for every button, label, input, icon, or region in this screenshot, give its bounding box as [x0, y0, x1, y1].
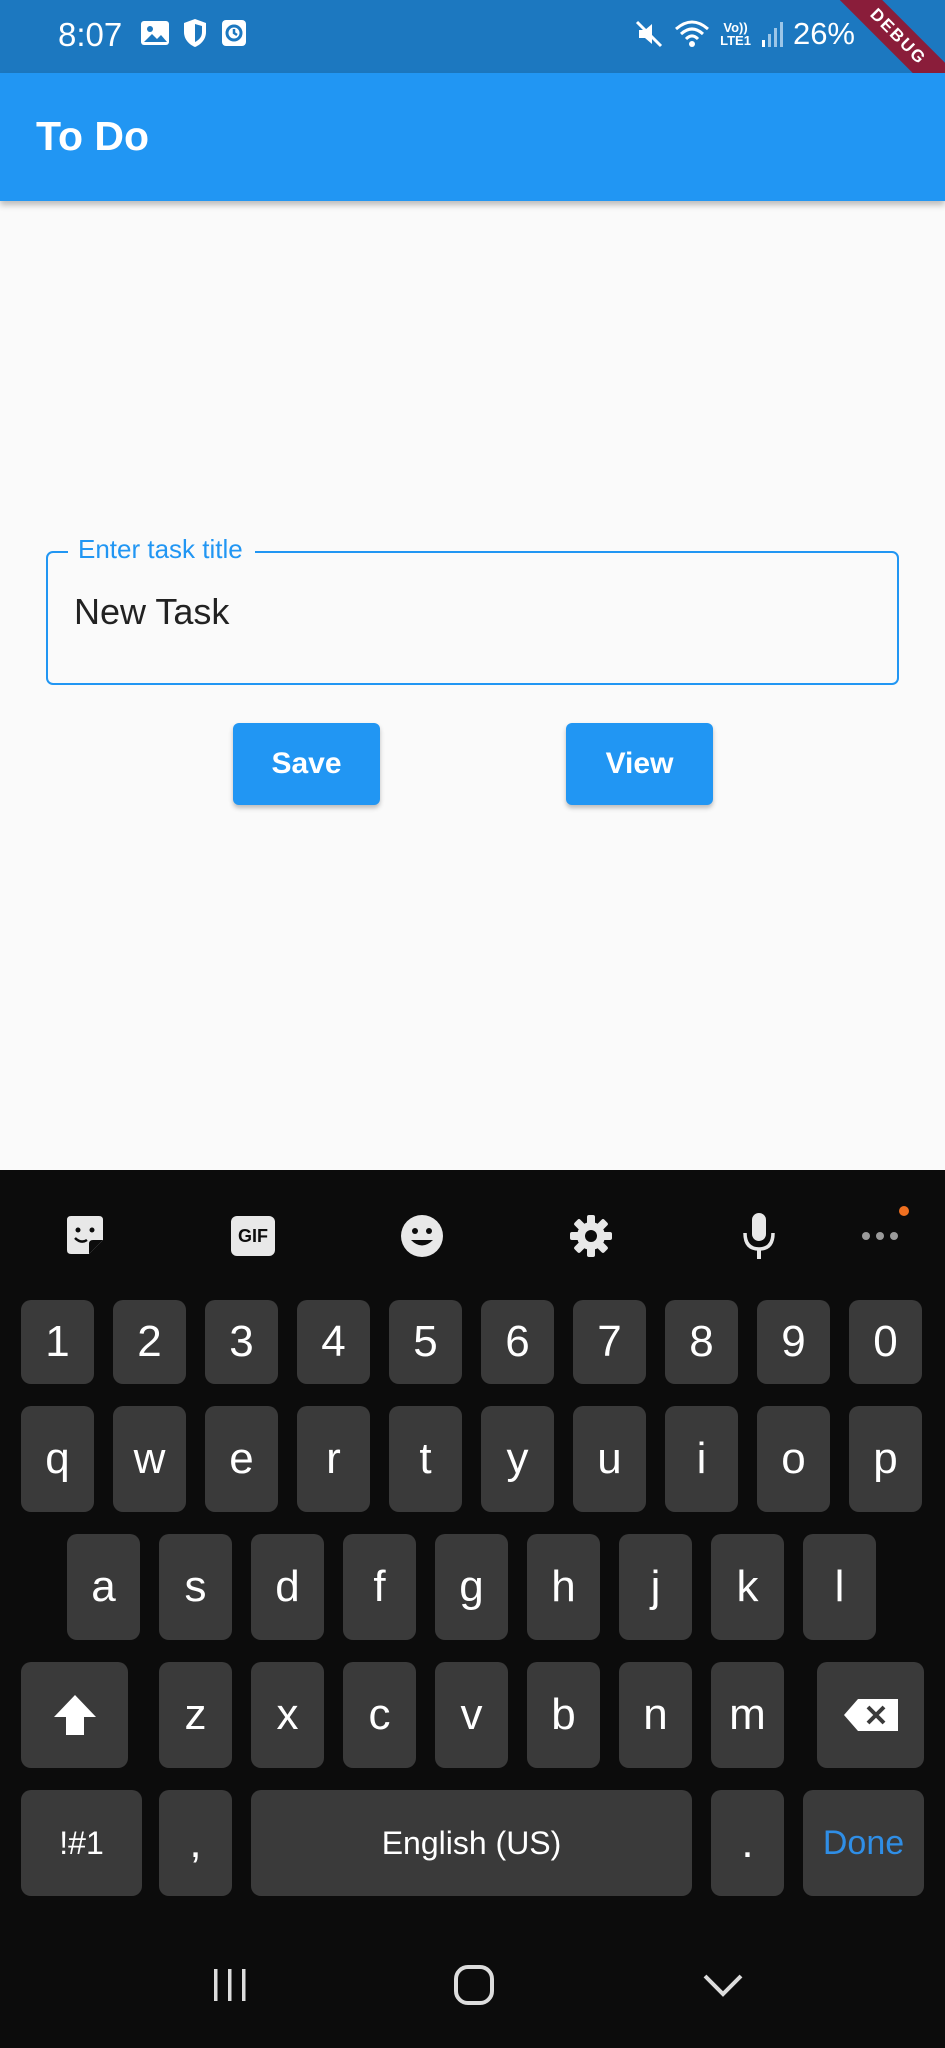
key-r[interactable]: r — [297, 1406, 370, 1512]
backspace-key[interactable] — [817, 1662, 924, 1768]
key-x[interactable]: x — [251, 1662, 324, 1768]
gif-label: GIF — [231, 1216, 275, 1256]
key-t[interactable]: t — [389, 1406, 462, 1512]
status-notification-icons — [140, 18, 248, 48]
key-i[interactable]: i — [665, 1406, 738, 1512]
key-3[interactable]: 3 — [205, 1300, 278, 1384]
sticker-icon[interactable] — [55, 1208, 115, 1264]
key-w[interactable]: w — [113, 1406, 186, 1512]
key-2[interactable]: 2 — [113, 1300, 186, 1384]
battery-percent: 26% — [792, 16, 855, 51]
mute-icon — [636, 20, 663, 48]
key-9[interactable]: 9 — [757, 1300, 830, 1384]
emoji-icon[interactable] — [392, 1208, 452, 1264]
status-system-icons: Vo)) LTE1 26% — [634, 16, 855, 52]
key-j[interactable]: j — [619, 1534, 692, 1640]
more-icon[interactable] — [850, 1208, 910, 1264]
shift-key[interactable] — [21, 1662, 128, 1768]
view-button[interactable]: View — [566, 723, 713, 805]
page-title: To Do — [36, 113, 150, 159]
space-key[interactable]: English (US) — [251, 1790, 692, 1896]
status-time: 8:07 — [58, 16, 123, 53]
shield-notification-icon — [184, 19, 206, 47]
key-l[interactable]: l — [803, 1534, 876, 1640]
key-e[interactable]: e — [205, 1406, 278, 1512]
period-key[interactable]: . — [711, 1790, 784, 1896]
status-bar: 8:07 Vo)) LTE1 26% DEBUG — [0, 0, 945, 108]
done-key[interactable]: Done — [803, 1790, 924, 1896]
settings-icon[interactable] — [561, 1208, 621, 1264]
key-1[interactable]: 1 — [21, 1300, 94, 1384]
key-h[interactable]: h — [527, 1534, 600, 1640]
keyboard-toolbar: GIF — [0, 1170, 945, 1300]
image-notification-icon — [141, 21, 169, 45]
key-0[interactable]: 0 — [849, 1300, 922, 1384]
key-v[interactable]: v — [435, 1662, 508, 1768]
key-q[interactable]: q — [21, 1406, 94, 1512]
key-b[interactable]: b — [527, 1662, 600, 1768]
home-icon[interactable] — [434, 1955, 514, 2015]
symbols-key[interactable]: !#1 — [21, 1790, 142, 1896]
task-title-field[interactable]: Enter task title — [46, 534, 899, 685]
recents-icon[interactable] — [190, 1955, 270, 2015]
system-nav-bar — [0, 1925, 945, 2048]
signal-icon — [761, 22, 783, 47]
task-title-label: Enter task title — [68, 534, 255, 565]
shift-icon — [53, 1695, 96, 1735]
app-bar: To Do — [0, 73, 945, 201]
backspace-icon — [843, 1699, 898, 1731]
key-d[interactable]: d — [251, 1534, 324, 1640]
key-y[interactable]: y — [481, 1406, 554, 1512]
back-icon[interactable] — [683, 1955, 763, 2015]
key-k[interactable]: k — [711, 1534, 784, 1640]
gif-icon[interactable]: GIF — [223, 1208, 283, 1264]
save-button[interactable]: Save — [233, 723, 380, 805]
key-m[interactable]: m — [711, 1662, 784, 1768]
key-8[interactable]: 8 — [665, 1300, 738, 1384]
network-type-label: Vo)) LTE1 — [720, 21, 751, 47]
comma-key[interactable]: , — [159, 1790, 232, 1896]
key-7[interactable]: 7 — [573, 1300, 646, 1384]
key-s[interactable]: s — [159, 1534, 232, 1640]
clock-notification-icon — [222, 20, 246, 46]
key-c[interactable]: c — [343, 1662, 416, 1768]
key-4[interactable]: 4 — [297, 1300, 370, 1384]
on-screen-keyboard: GIF 1 2 3 4 5 6 7 8 9 0 q w e r t y u i … — [0, 1170, 945, 2048]
key-g[interactable]: g — [435, 1534, 508, 1640]
key-a[interactable]: a — [67, 1534, 140, 1640]
more-notification-dot — [899, 1206, 909, 1216]
key-z[interactable]: z — [159, 1662, 232, 1768]
wifi-icon — [675, 20, 710, 47]
key-u[interactable]: u — [573, 1406, 646, 1512]
key-n[interactable]: n — [619, 1662, 692, 1768]
key-p[interactable]: p — [849, 1406, 922, 1512]
task-title-input[interactable] — [74, 591, 874, 633]
key-f[interactable]: f — [343, 1534, 416, 1640]
key-5[interactable]: 5 — [389, 1300, 462, 1384]
key-o[interactable]: o — [757, 1406, 830, 1512]
key-6[interactable]: 6 — [481, 1300, 554, 1384]
microphone-icon[interactable] — [729, 1208, 789, 1264]
lte-label: LTE1 — [720, 33, 751, 48]
